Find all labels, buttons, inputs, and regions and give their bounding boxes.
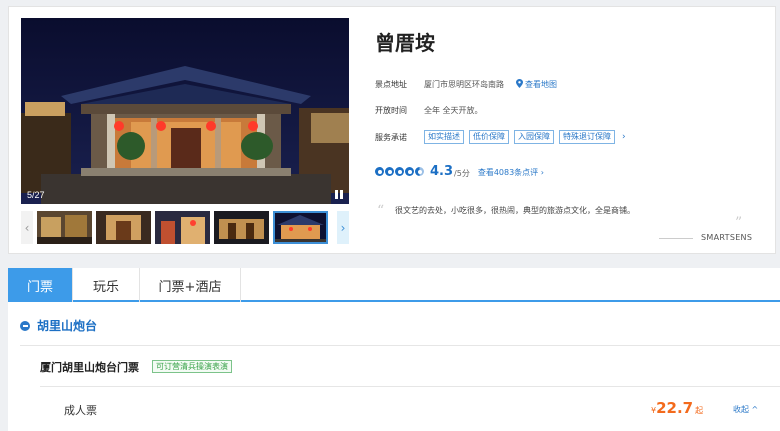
thumbnail[interactable] — [155, 211, 210, 244]
thumbnail[interactable] — [96, 211, 151, 244]
review-count-link[interactable]: 查看4083条点评 › — [478, 167, 544, 178]
rating-dot-half-icon — [415, 167, 424, 176]
rating: 4.3 /5分 查看4083条点评 › — [375, 164, 544, 179]
chevron-left-icon[interactable]: ‹ — [21, 211, 33, 244]
collapse-link[interactable]: 收起 ^ — [733, 404, 758, 415]
thumbnail-strip: ‹ › — [21, 211, 349, 244]
thumbnail[interactable] — [214, 211, 269, 244]
rating-dot-icon — [375, 167, 384, 176]
attraction-card: 5/27 ‹ › 曾厝垵 景点地址 厦门市思明区环岛南路 查看地图 开放时间 全… — [8, 6, 776, 254]
address-label: 景点地址 — [375, 80, 407, 89]
pause-icon[interactable] — [335, 190, 343, 199]
rating-dot-icon — [405, 167, 414, 176]
view-map-label: 查看地图 — [525, 80, 557, 89]
tab-ticket-hotel[interactable]: 门票+酒店 — [140, 268, 241, 302]
address-value: 厦门市思明区环岛南路 — [424, 80, 504, 89]
chevron-right-icon[interactable]: › — [337, 211, 349, 244]
rating-dot-icon — [395, 167, 404, 176]
service-tag[interactable]: 如实描述 — [424, 130, 464, 144]
quote-open-icon: “ — [377, 203, 385, 219]
service-label: 服务承诺 — [375, 133, 407, 142]
thumbnail[interactable] — [37, 211, 92, 244]
main-photo[interactable]: 5/27 — [21, 18, 349, 204]
divider — [659, 238, 693, 239]
service-tag[interactable]: 入园保障 — [514, 130, 554, 144]
section-title: 胡里山炮台 — [37, 319, 98, 333]
hours-value: 全年 全天开放。 — [424, 106, 483, 115]
rating-dot-icon — [385, 167, 394, 176]
ticket-name: 成人票 — [64, 404, 97, 417]
product-badge: 可订营清兵操演表演 — [152, 360, 232, 373]
service-tag[interactable]: 特殊退订保障 — [559, 130, 615, 144]
service-tag[interactable]: 低价保障 — [469, 130, 509, 144]
thumbnail-active[interactable] — [273, 211, 328, 244]
product-title[interactable]: 厦门胡里山炮台门票 — [40, 359, 139, 375]
view-map-link[interactable]: 查看地图 — [516, 79, 557, 90]
divider — [40, 386, 780, 387]
tab-bar: 门票 玩乐 门票+酒店 — [8, 268, 780, 302]
rating-max: /5分 — [454, 168, 470, 178]
map-pin-icon — [516, 79, 523, 88]
service-tags: 如实描述 低价保障 入园保障 特殊退订保障 › — [424, 130, 626, 144]
ticket-section-icon — [20, 320, 30, 331]
rating-score: 4.3 — [430, 164, 454, 179]
review-count-label: 查看4083条点评 — [477, 168, 539, 177]
divider — [20, 345, 780, 346]
review-author: SMARTSENS — [701, 233, 753, 242]
tickets-panel: 门票 玩乐 门票+酒店 胡里山炮台 厦门胡里山炮台门票 可订营清兵操演表演 成人… — [8, 268, 780, 431]
featured-review: 很文艺的去处，小吃很多，很热闹，典型的旅游点文化，全是商铺。 — [395, 206, 635, 215]
section-header: 胡里山炮台 — [20, 317, 97, 334]
hours-label: 开放时间 — [375, 106, 407, 115]
page-title: 曾厝垵 — [375, 31, 435, 55]
photo-counter: 5/27 — [27, 190, 45, 200]
tab-tickets[interactable]: 门票 — [8, 268, 73, 302]
price-value: 22.7 — [656, 399, 694, 417]
chevron-right-icon[interactable]: › — [622, 132, 626, 142]
price-suffix: 起 — [695, 406, 704, 415]
temple-photo — [21, 18, 349, 204]
ticket-price: ¥22.7 起 — [651, 398, 703, 417]
tab-activities[interactable]: 玩乐 — [73, 268, 140, 302]
quote-close-icon: ” — [735, 215, 743, 231]
